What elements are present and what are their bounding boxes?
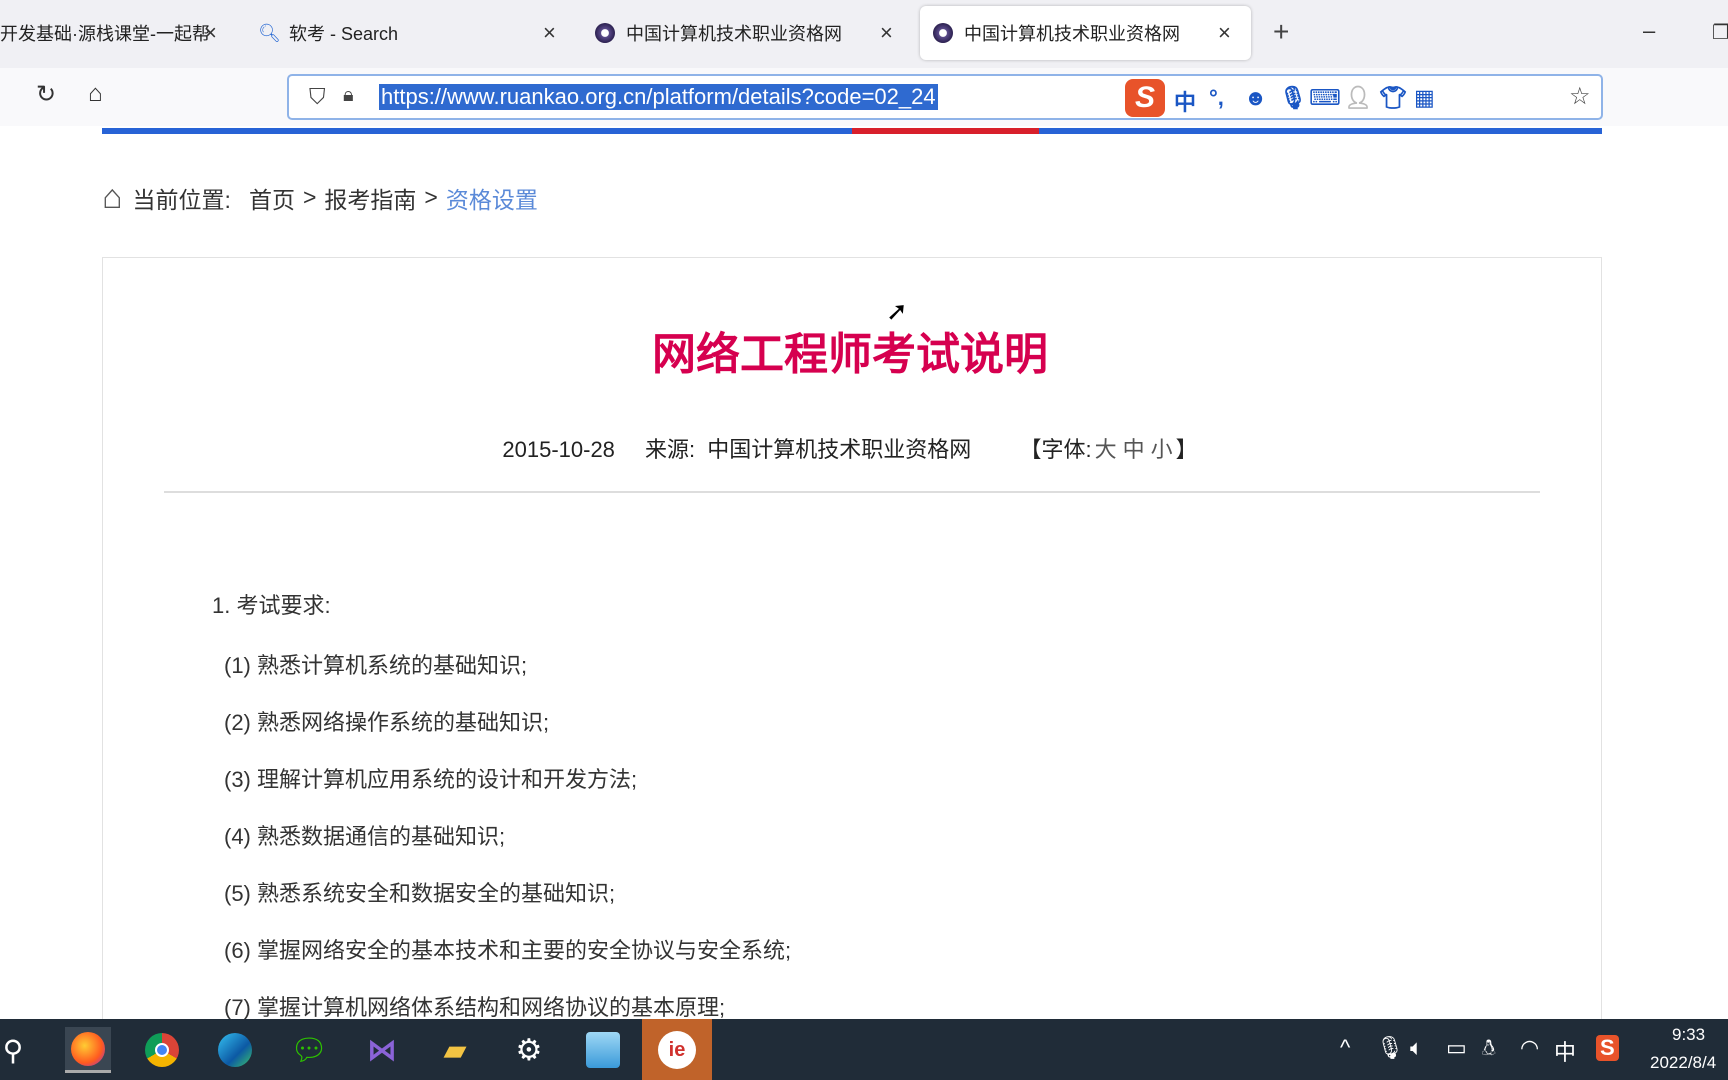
ime-indicator[interactable]: 中: [1554, 1035, 1576, 1067]
chrome-icon[interactable]: [139, 1027, 185, 1073]
tab-2[interactable]: 🔍︎ 软考 - Search ×: [255, 6, 575, 60]
home-icon[interactable]: ⌂: [88, 80, 103, 108]
navigation-bar: › ↻ ⌂ ⛉ 🔒︎ https://www.ruankao.org.cn/pl…: [0, 68, 1728, 126]
close-tab-icon[interactable]: ×: [1218, 20, 1231, 46]
close-tab-icon[interactable]: ×: [880, 20, 893, 46]
site-favicon-icon: [933, 23, 953, 43]
ime-punct-button[interactable]: °,: [1209, 85, 1224, 111]
url-input[interactable]: https://www.ruankao.org.cn/platform/deta…: [379, 84, 938, 110]
active-app-icon[interactable]: ie: [642, 1019, 712, 1080]
bookmark-star-icon[interactable]: ☆: [1569, 82, 1591, 111]
font-small-button[interactable]: 小: [1151, 437, 1173, 462]
tab-label: 开发基础·源栈课堂-一起帮: [0, 24, 210, 44]
edge-icon[interactable]: [212, 1027, 258, 1073]
restore-button[interactable]: ❐: [1712, 20, 1728, 45]
new-tab-button[interactable]: +: [1273, 16, 1289, 48]
sogou-tray-icon[interactable]: S: [1596, 1035, 1619, 1061]
article-date: 2015-10-28: [502, 437, 615, 462]
volume-icon[interactable]: 🔈︎: [1410, 1035, 1423, 1061]
minimize-button[interactable]: –: [1643, 18, 1655, 44]
tab-label: 中国计算机技术职业资格网: [964, 24, 1180, 44]
skin-icon[interactable]: 👕︎: [1379, 85, 1407, 111]
sogou-ime-logo[interactable]: S: [1125, 79, 1165, 117]
tab-bar: 开发基础·源栈课堂-一起帮 × 🔍︎ 软考 - Search × 中国计算机技术…: [0, 0, 1728, 68]
visual-studio-icon[interactable]: ⋈: [359, 1027, 405, 1073]
article-meta: 2015-10-28 来源: 中国计算机技术职业资格网 【字体: 大中小】: [502, 437, 1198, 462]
user-icon[interactable]: 👤︎: [1344, 85, 1372, 111]
list-item: (3) 理解计算机应用系统的设计和开发方法;: [224, 767, 638, 792]
taskbar: ⚲ 💬︎ ⋈ ▰ ⚙ ie ^ 🎙︎ 🔈︎ ▭ 🐧︎ ◠ 中 S 9:33 20…: [0, 1019, 1728, 1080]
tab-label: 中国计算机技术职业资格网: [626, 24, 842, 44]
list-item: (6) 掌握网络安全的基本技术和主要的安全协议与安全系统;: [224, 938, 792, 963]
article-source: 中国计算机技术职业资格网: [707, 437, 972, 462]
font-medium-button[interactable]: 中: [1123, 437, 1145, 462]
reload-icon[interactable]: ↻: [36, 80, 56, 109]
source-label: 来源:: [645, 437, 696, 462]
wifi-icon[interactable]: ◠: [1520, 1035, 1539, 1061]
section-heading: 1. 考试要求:: [212, 593, 331, 618]
clock-date[interactable]: 2022/8/4: [1650, 1053, 1716, 1073]
firefox-icon[interactable]: [65, 1027, 111, 1073]
breadcrumb-separator: >: [424, 184, 438, 210]
emoji-icon[interactable]: ☻: [1244, 85, 1267, 111]
breadcrumb-guide-link[interactable]: 报考指南: [324, 181, 416, 215]
list-item: (4) 熟悉数据通信的基础知识;: [224, 824, 506, 849]
close-tab-icon[interactable]: ×: [543, 20, 556, 46]
address-bar[interactable]: ⛉ 🔒︎ https://www.ruankao.org.cn/platform…: [287, 74, 1603, 120]
breadcrumb: ⌂ 当前位置: 首页 > 报考指南 > 资格设置: [102, 178, 546, 217]
site-favicon-icon: [595, 23, 615, 43]
list-item: (7) 掌握计算机网络体系结构和网络协议的基本原理;: [224, 995, 726, 1020]
search-icon[interactable]: ⚲: [0, 1027, 36, 1073]
article-title: 网络工程师考试说明: [652, 329, 1048, 380]
shield-icon[interactable]: ⛉: [309, 84, 326, 110]
home-icon: ⌂: [102, 178, 123, 216]
list-item: (2) 熟悉网络操作系统的基础知识;: [224, 710, 550, 735]
clock-time[interactable]: 9:33: [1672, 1025, 1705, 1045]
tab-1[interactable]: 开发基础·源栈课堂-一起帮 ×: [0, 6, 230, 60]
breadcrumb-current[interactable]: 资格设置: [446, 181, 538, 215]
breadcrumb-separator: >: [302, 184, 317, 210]
keyboard-icon[interactable]: ⌨: [1309, 85, 1341, 111]
microphone-icon[interactable]: 🎙︎: [1376, 1035, 1404, 1061]
search-icon: 🔍︎: [258, 22, 281, 43]
settings-icon[interactable]: ⚙: [506, 1027, 552, 1073]
show-hidden-icons-icon[interactable]: ^: [1340, 1035, 1350, 1061]
toolbox-icon[interactable]: ▦: [1414, 85, 1435, 111]
tab-3[interactable]: 中国计算机技术职业资格网 ×: [590, 6, 910, 60]
font-size-label: 【字体:: [1019, 437, 1092, 462]
close-tab-icon[interactable]: ×: [204, 20, 217, 46]
breadcrumb-label: 当前位置:: [132, 186, 231, 213]
qq-icon[interactable]: 🐧︎: [1482, 1035, 1496, 1064]
list-item: (1) 熟悉计算机系统的基础知识;: [224, 653, 528, 678]
file-explorer-icon[interactable]: ▰: [432, 1027, 478, 1073]
font-large-button[interactable]: 大: [1095, 437, 1117, 462]
mouse-cursor: ➚: [886, 296, 908, 326]
lock-icon[interactable]: 🔒︎: [343, 84, 354, 107]
wechat-icon[interactable]: 💬︎: [286, 1027, 332, 1073]
divider: [164, 491, 1540, 493]
tab-label: 软考 - Search: [289, 24, 399, 44]
microphone-icon[interactable]: 🎙︎: [1279, 85, 1307, 111]
site-header-stripe-active: [852, 128, 1039, 134]
tab-4-active[interactable]: 中国计算机技术职业资格网 ×: [920, 6, 1251, 60]
list-item: (5) 熟悉系统安全和数据安全的基础知识;: [224, 881, 616, 906]
ime-mode-button[interactable]: 中: [1174, 85, 1196, 117]
breadcrumb-home-link[interactable]: 首页: [249, 181, 295, 215]
app-icon[interactable]: [580, 1027, 626, 1073]
battery-icon[interactable]: ▭: [1446, 1035, 1467, 1061]
